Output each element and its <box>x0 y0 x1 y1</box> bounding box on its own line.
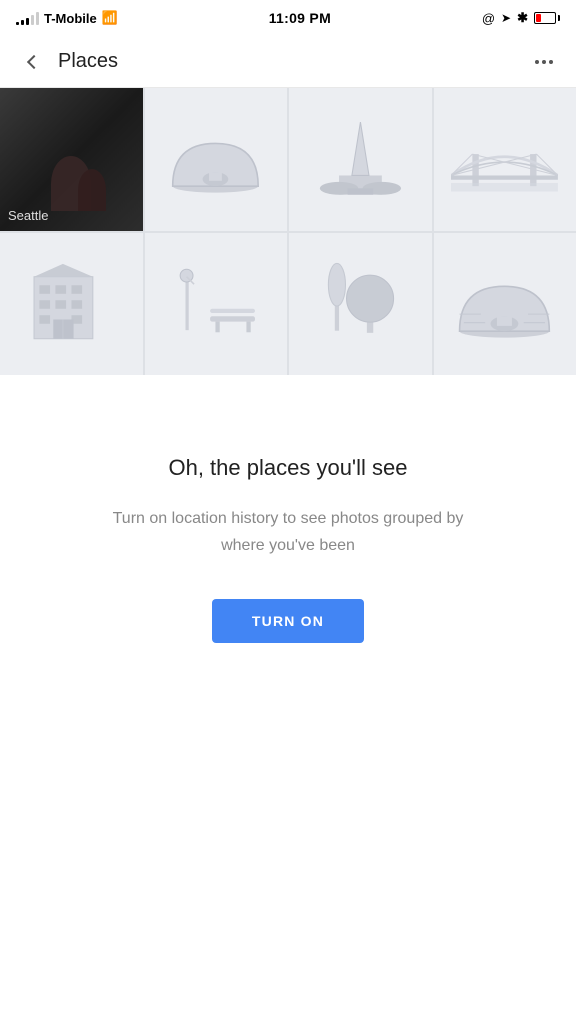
igloo-icon <box>162 106 269 213</box>
carrier-info: T-Mobile 📶 <box>16 10 118 26</box>
grid-cell-trees[interactable] <box>289 233 432 376</box>
grid-cell-bridge[interactable] <box>434 88 576 231</box>
battery-icon <box>534 12 560 24</box>
grid-cell-monument[interactable] <box>289 88 432 231</box>
grid-cell-igloo[interactable] <box>145 88 288 231</box>
trees-icon <box>307 250 414 357</box>
cta-section: Oh, the places you'll see Turn on locati… <box>0 375 576 703</box>
park-icon <box>162 250 269 357</box>
cta-title: Oh, the places you'll see <box>168 455 407 481</box>
turn-on-button[interactable]: TURN ON <box>212 599 364 643</box>
location-icon: ➤ <box>501 11 511 25</box>
back-chevron-icon <box>27 54 41 68</box>
monument-icon <box>307 106 414 213</box>
status-bar: T-Mobile 📶 11:09 PM @ ➤ ✱ <box>0 0 576 36</box>
grid-cell-park[interactable] <box>145 233 288 376</box>
back-button[interactable] <box>16 46 48 78</box>
status-icons: @ ➤ ✱ <box>482 10 560 26</box>
igloo2-icon <box>451 250 558 357</box>
grid-cell-seattle[interactable]: Seattle <box>0 88 143 231</box>
building-icon <box>18 250 125 357</box>
grid-cell-building[interactable] <box>0 233 143 376</box>
signal-icon <box>16 12 39 25</box>
nav-left: Places <box>16 46 118 78</box>
grid-cell-igloo2[interactable] <box>434 233 576 376</box>
wifi-icon: 📶 <box>102 10 118 26</box>
top-nav: Places <box>0 36 576 88</box>
page-title: Places <box>58 50 118 73</box>
bridge-icon <box>451 106 558 213</box>
carrier-label: T-Mobile <box>44 11 97 26</box>
more-dot-icon <box>549 60 553 64</box>
more-options-button[interactable] <box>528 46 560 78</box>
cta-description: Turn on location history to see photos g… <box>108 505 468 559</box>
more-dot-icon <box>542 60 546 64</box>
places-grid: Seattle <box>0 88 576 375</box>
bluetooth-icon: ✱ <box>517 10 528 26</box>
at-icon: @ <box>482 11 495 26</box>
seattle-label: Seattle <box>8 208 48 223</box>
status-time: 11:09 PM <box>269 10 331 26</box>
more-dot-icon <box>535 60 539 64</box>
